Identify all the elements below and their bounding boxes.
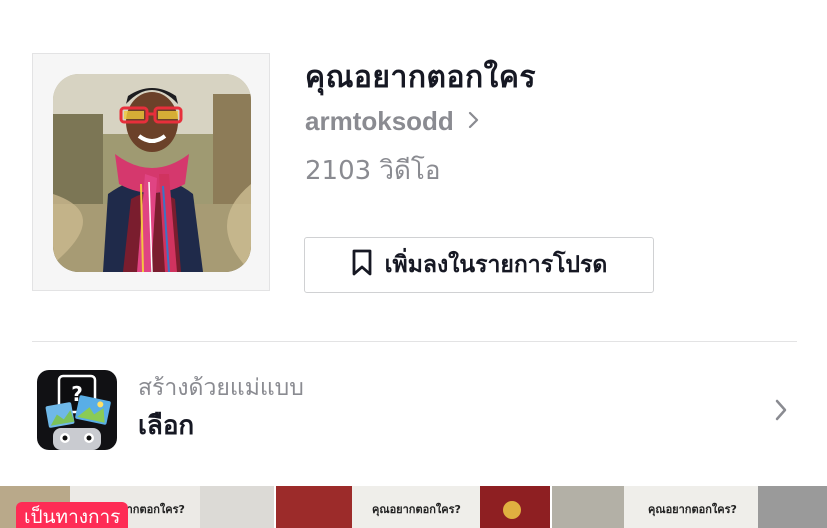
page-title: คุณอยากตอกใคร	[305, 60, 536, 95]
thumbnail-text: คุณอยากตอกใคร?	[372, 503, 461, 516]
video-thumbnail[interactable]: คุณอยากตอกใคร?	[552, 486, 827, 528]
section-divider	[32, 341, 797, 342]
template-row[interactable]: ? สร้างด้วยแม่แบบ เลือก	[0, 360, 827, 460]
template-caption: สร้างด้วยแม่แบบ	[138, 375, 304, 401]
video-count: 2103 วิดีโอ	[305, 156, 441, 186]
username[interactable]: armtoksodd	[305, 106, 454, 137]
template-name: เลือก	[138, 411, 195, 441]
bookmark-icon	[351, 249, 373, 281]
add-to-favorites-button[interactable]: เพิ่มลงในรายการโปรด	[304, 237, 654, 293]
chevron-right-icon	[468, 111, 480, 133]
sound-detail-page: คุณอยากตอกใคร armtoksodd 2103 วิดีโอ เพิ…	[0, 0, 827, 528]
add-to-favorites-label: เพิ่มลงในรายการโปรด	[384, 252, 608, 278]
official-badge: เป็นทางการ	[16, 502, 129, 528]
username-link[interactable]: armtoksodd	[305, 106, 480, 137]
chevron-right-icon	[774, 398, 788, 426]
question-photo-icon: ?	[37, 370, 117, 450]
cover-frame	[32, 53, 270, 291]
thumbnail-text: คุณอยากตอกใคร?	[648, 503, 737, 516]
video-thumbnail[interactable]: คุณอยากตอกใคร?	[276, 486, 550, 528]
cover-image[interactable]	[53, 74, 251, 272]
